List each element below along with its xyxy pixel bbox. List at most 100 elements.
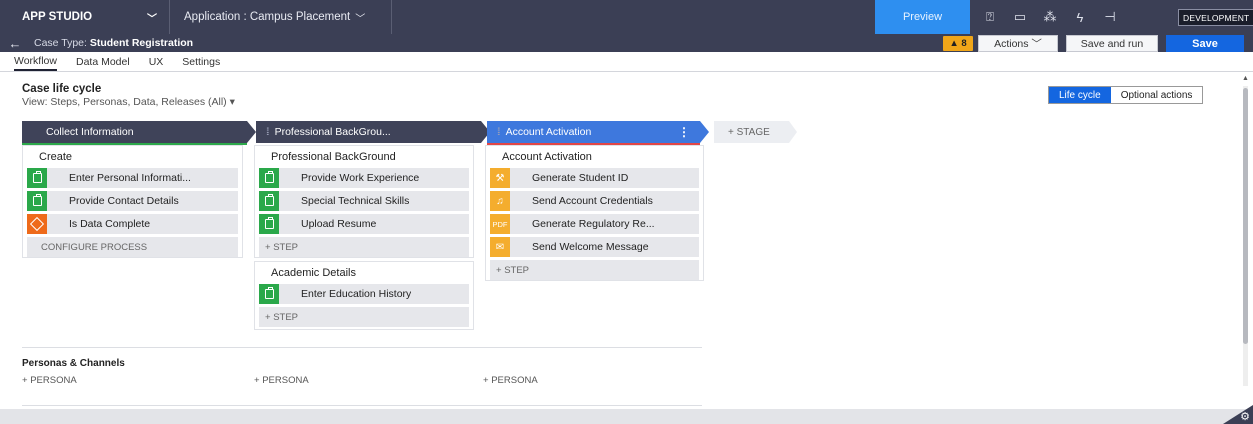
step-label: Is Data Complete xyxy=(69,218,151,230)
process-card: Academic Details Enter Education History… xyxy=(254,261,474,330)
actions-button[interactable]: Actions ﹀ xyxy=(978,35,1058,52)
chevron-down-icon: ﹀ xyxy=(147,13,157,25)
step-item[interactable]: ♫ Send Account Credentials xyxy=(490,191,699,211)
chevron-down-icon: ﹀ xyxy=(355,13,366,25)
wrench-icon: ⚒ xyxy=(490,168,510,188)
step-item[interactable]: ✉ Send Welcome Message xyxy=(490,237,699,257)
add-persona-button[interactable]: + PERSONA xyxy=(254,375,309,386)
save-button[interactable]: Save xyxy=(1166,35,1244,52)
bell-icon: ♫ xyxy=(490,191,510,211)
add-step-label: STEP xyxy=(504,264,530,276)
spinner-icon[interactable]: ⁂ xyxy=(1035,9,1065,25)
actions-label: Actions xyxy=(994,37,1029,50)
process-title[interactable]: Create xyxy=(23,146,242,168)
optional-actions-toggle[interactable]: Optional actions xyxy=(1110,87,1203,103)
stage-name: Account Activation xyxy=(505,126,592,138)
page-title: Case life cycle xyxy=(22,83,102,95)
tab-data-model[interactable]: Data Model xyxy=(76,52,130,71)
clipboard-icon xyxy=(27,191,47,211)
step-item[interactable]: Enter Personal Informati... xyxy=(27,168,238,188)
application-selector[interactable]: Application : Campus Placement ﹀ xyxy=(170,0,392,34)
add-persona-button[interactable]: + PERSONA xyxy=(22,375,77,386)
view-toggle: Life cycle Optional actions xyxy=(1048,86,1204,104)
add-step-button[interactable]: + STEP xyxy=(490,260,699,280)
help-icon[interactable]: ⍰ xyxy=(975,9,1005,25)
step-item[interactable]: ⚒ Generate Student ID xyxy=(490,168,699,188)
plus-icon: + xyxy=(728,126,734,138)
decision-icon xyxy=(27,214,47,234)
scroll-up-icon[interactable]: ▲ xyxy=(1242,75,1249,82)
vertical-scrollbar[interactable]: ▲ xyxy=(1241,75,1250,408)
add-step-label: STEP xyxy=(273,241,299,253)
step-label: Enter Education History xyxy=(301,288,412,300)
add-stage-button[interactable]: + STAGE xyxy=(714,121,797,143)
plus-icon: + xyxy=(265,311,271,323)
clipboard-icon xyxy=(27,168,47,188)
clipboard-icon xyxy=(259,191,279,211)
life-cycle-toggle[interactable]: Life cycle xyxy=(1049,87,1111,103)
stage-arrow xyxy=(789,121,797,143)
tab-ux[interactable]: UX xyxy=(149,52,164,71)
toolbar-icons: ⍰ ▭ ⁂ ϟ ⊣ xyxy=(975,0,1125,34)
scroll-thumb[interactable] xyxy=(1243,88,1248,344)
stage-arrow xyxy=(700,121,709,143)
drag-handle-icon[interactable]: ⁞⁞ xyxy=(497,127,500,138)
view-filter[interactable]: View: Steps, Personas, Data, Releases (A… xyxy=(22,96,235,108)
personas-section-title: Personas & Channels xyxy=(22,358,125,369)
process-card: Account Activation ⚒ Generate Student ID… xyxy=(485,145,704,281)
warnings-badge[interactable]: ▲ 8 xyxy=(943,36,973,51)
add-persona-label: PERSONA xyxy=(262,375,309,386)
preview-button[interactable]: Preview xyxy=(875,0,970,34)
chevron-down-icon: ﹀ xyxy=(1031,38,1042,50)
step-item[interactable]: PDF Generate Regulatory Re... xyxy=(490,214,699,234)
back-arrow-icon[interactable]: ← xyxy=(0,36,30,51)
process-title[interactable]: Professional BackGround xyxy=(255,146,473,168)
app-studio-menu[interactable]: APP STUDIO ﹀ xyxy=(0,0,170,34)
step-item[interactable]: Enter Education History xyxy=(259,284,469,304)
plus-icon: + xyxy=(483,375,489,386)
step-label: Generate Student ID xyxy=(532,172,629,184)
chat-icon[interactable]: ▭ xyxy=(1005,9,1035,25)
drag-handle-icon[interactable]: ⁞⁞ xyxy=(266,127,269,138)
step-label: Special Technical Skills xyxy=(301,195,410,207)
add-step-button[interactable]: + STEP xyxy=(259,237,469,257)
section-divider xyxy=(22,405,702,406)
process-card: Create Enter Personal Informati... Provi… xyxy=(22,145,243,258)
add-persona-label: PERSONA xyxy=(491,375,538,386)
step-item[interactable]: Special Technical Skills xyxy=(259,191,469,211)
configure-process-button[interactable]: CONFIGURE PROCESS xyxy=(27,237,238,257)
step-label: Enter Personal Informati... xyxy=(69,172,191,184)
plus-icon: + xyxy=(22,375,28,386)
process-card: Professional BackGround Provide Work Exp… xyxy=(254,145,474,258)
stage-professional-background[interactable]: ⁞⁞ Professional BackGrou... xyxy=(256,121,490,143)
add-persona-button[interactable]: + PERSONA xyxy=(483,375,538,386)
process-title[interactable]: Academic Details xyxy=(255,262,473,284)
plus-icon: + xyxy=(265,241,271,253)
settings-tree-icon[interactable]: ⊣ xyxy=(1095,9,1125,25)
step-label: Provide Work Experience xyxy=(301,172,420,184)
stage-account-activation[interactable]: ⁞⁞ Account Activation ⋮ xyxy=(487,121,709,145)
step-item[interactable]: Upload Resume xyxy=(259,214,469,234)
step-item[interactable]: Provide Work Experience xyxy=(259,168,469,188)
stage-collect-information[interactable]: Collect Information xyxy=(22,121,256,145)
step-item[interactable]: Is Data Complete xyxy=(27,214,238,234)
bottom-bar xyxy=(0,409,1253,424)
tab-workflow[interactable]: Workflow xyxy=(14,52,57,71)
more-options-icon[interactable]: ⋮ xyxy=(678,125,690,139)
clipboard-icon xyxy=(259,284,279,304)
step-label: Send Welcome Message xyxy=(532,241,649,253)
case-type-prefix: Case Type: xyxy=(34,37,87,49)
step-item[interactable]: Provide Contact Details xyxy=(27,191,238,211)
add-step-button[interactable]: + STEP xyxy=(259,307,469,327)
save-and-run-button[interactable]: Save and run xyxy=(1066,35,1158,52)
pdf-icon: PDF xyxy=(490,214,510,234)
app-studio-label: APP STUDIO xyxy=(22,11,93,23)
process-title[interactable]: Account Activation xyxy=(486,146,703,168)
flash-icon[interactable]: ϟ xyxy=(1065,10,1095,25)
mail-icon: ✉ xyxy=(490,237,510,257)
case-type-name: Student Registration xyxy=(89,37,194,49)
clipboard-icon xyxy=(259,168,279,188)
tab-settings[interactable]: Settings xyxy=(182,52,220,71)
plus-icon: + xyxy=(496,264,502,276)
step-label: Provide Contact Details xyxy=(69,195,179,207)
